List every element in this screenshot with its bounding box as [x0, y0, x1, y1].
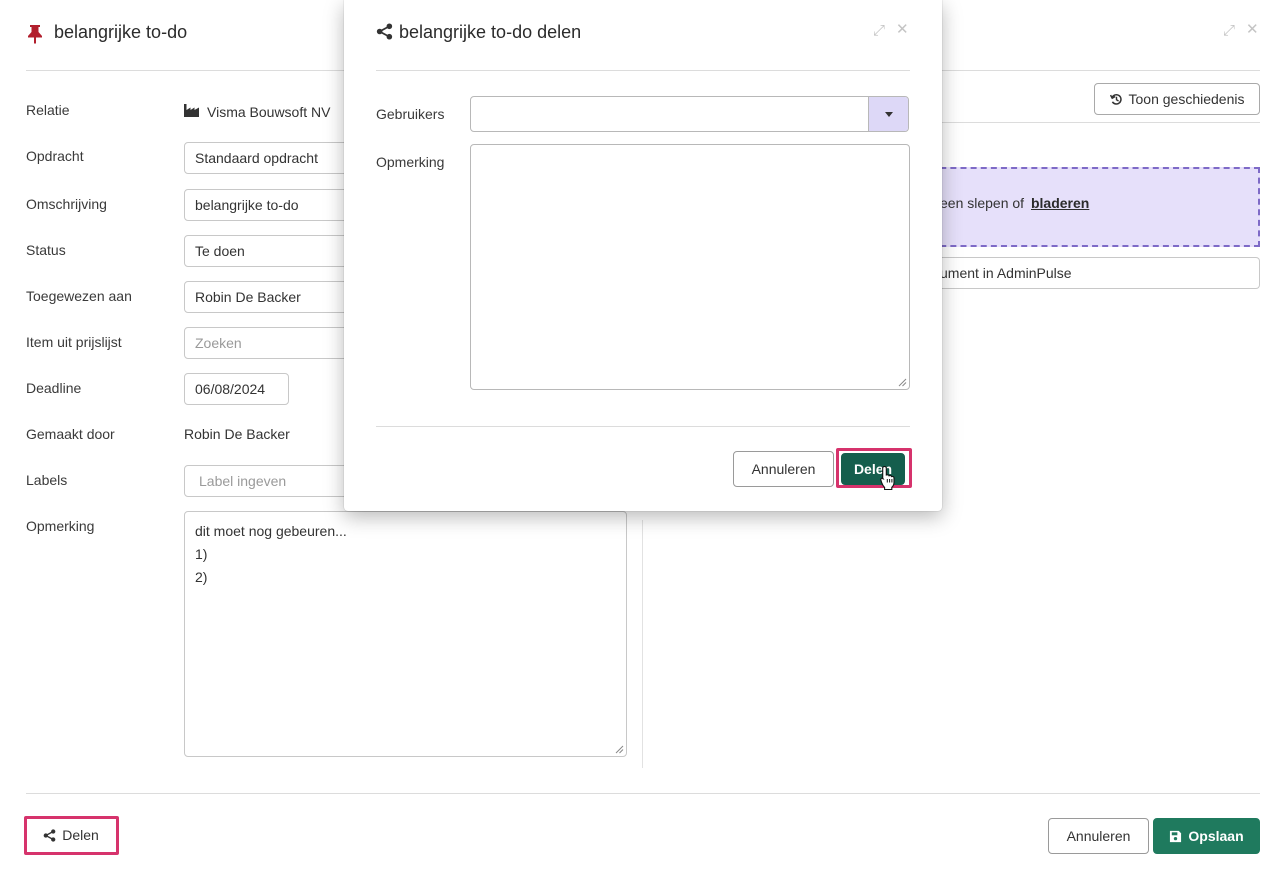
expand-icon[interactable]: ⤢: [873, 22, 885, 39]
relatie-text: Visma Bouwsoft NV: [207, 103, 331, 120]
opmerking-line: 1): [195, 546, 208, 562]
toegewezen-select[interactable]: Robin De Backer: [184, 281, 354, 313]
modal-share-highlight: [836, 448, 912, 488]
factory-icon: [184, 103, 199, 120]
deadline-input[interactable]: 06/08/2024: [184, 373, 289, 405]
footer-divider: [26, 793, 1260, 794]
column-divider: [642, 520, 643, 768]
pin-icon: [26, 24, 44, 47]
history-label: Toon geschiedenis: [1128, 91, 1245, 107]
modal-cancel-button[interactable]: Annuleren: [733, 451, 834, 487]
relatie-value[interactable]: Visma Bouwsoft NV: [184, 103, 330, 120]
remark-label: Opmerking: [376, 154, 445, 170]
omschrijving-input[interactable]: belangrijke to-do: [184, 189, 354, 221]
document-adminpulse-field[interactable]: ument in AdminPulse: [920, 257, 1260, 289]
deadline-label: Deadline: [26, 380, 82, 396]
cursor-hand-icon: [880, 465, 895, 491]
toegewezen-label: Toegewezen aan: [26, 288, 132, 304]
save-button-label: Opslaan: [1188, 828, 1244, 844]
expand-icon[interactable]: ⤢: [1223, 22, 1235, 39]
opdracht-label: Opdracht: [26, 148, 84, 164]
file-dropzone[interactable]: een slepen of bladeren: [920, 167, 1260, 247]
opmerking-label: Opmerking: [26, 518, 95, 534]
opdracht-select[interactable]: Standaard opdracht: [184, 142, 354, 174]
browse-link[interactable]: bladeren: [1031, 195, 1089, 211]
opmerking-line: dit moet nog gebeuren...: [195, 523, 347, 539]
right-divider: [942, 122, 1260, 123]
share-icon: [376, 23, 393, 40]
dropzone-text: een slepen of: [940, 195, 1025, 211]
status-label: Status: [26, 242, 66, 258]
users-dropdown-toggle[interactable]: [868, 97, 908, 131]
page-title: belangrijke to-do: [54, 22, 188, 42]
share-button-highlight: [24, 816, 119, 855]
modal-footer-divider: [376, 426, 910, 427]
save-button[interactable]: Opslaan: [1153, 818, 1260, 854]
opmerking-line: 2): [195, 569, 208, 585]
modal-cancel-label: Annuleren: [751, 461, 816, 477]
cancel-button[interactable]: Annuleren: [1048, 818, 1149, 854]
prijslijst-search-input[interactable]: Zoeken: [184, 327, 354, 359]
modal-title: belangrijke to-do delen: [399, 22, 582, 42]
save-icon: [1170, 830, 1182, 842]
remark-textarea[interactable]: [470, 144, 910, 390]
status-select[interactable]: Te doen: [184, 235, 354, 267]
labels-label: Labels: [26, 472, 68, 488]
gemaakt-door-value: Robin De Backer: [184, 426, 290, 442]
omschrijving-label: Omschrijving: [26, 196, 107, 212]
opmerking-textarea[interactable]: dit moet nog gebeuren... 1) 2): [184, 511, 627, 757]
document-field-text: ument in AdminPulse: [940, 265, 1072, 281]
share-modal: belangrijke to-do delen ⤢ ✕ Gebruikers O…: [344, 0, 942, 511]
gemaakt-door-label: Gemaakt door: [26, 426, 115, 442]
users-select[interactable]: [470, 96, 909, 132]
modal-header-divider: [376, 70, 910, 71]
history-button[interactable]: Toon geschiedenis: [1094, 83, 1260, 115]
close-icon[interactable]: ✕: [1246, 20, 1259, 38]
history-icon: [1109, 93, 1122, 105]
prijslijst-label: Item uit prijslijst: [26, 334, 122, 350]
resize-handle-icon[interactable]: [615, 745, 624, 754]
cancel-button-label: Annuleren: [1066, 828, 1131, 844]
resize-handle-icon[interactable]: [898, 378, 907, 387]
caret-down-icon: [884, 111, 893, 117]
relatie-label: Relatie: [26, 102, 70, 118]
labels-input[interactable]: Label ingeven: [184, 465, 354, 497]
close-icon[interactable]: ✕: [896, 20, 909, 38]
users-label: Gebruikers: [376, 106, 445, 122]
